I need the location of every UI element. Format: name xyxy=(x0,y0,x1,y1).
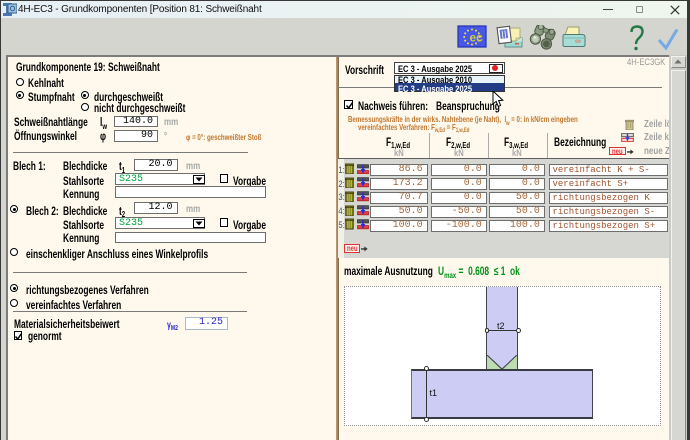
svg-text:ec: ec xyxy=(470,31,484,45)
